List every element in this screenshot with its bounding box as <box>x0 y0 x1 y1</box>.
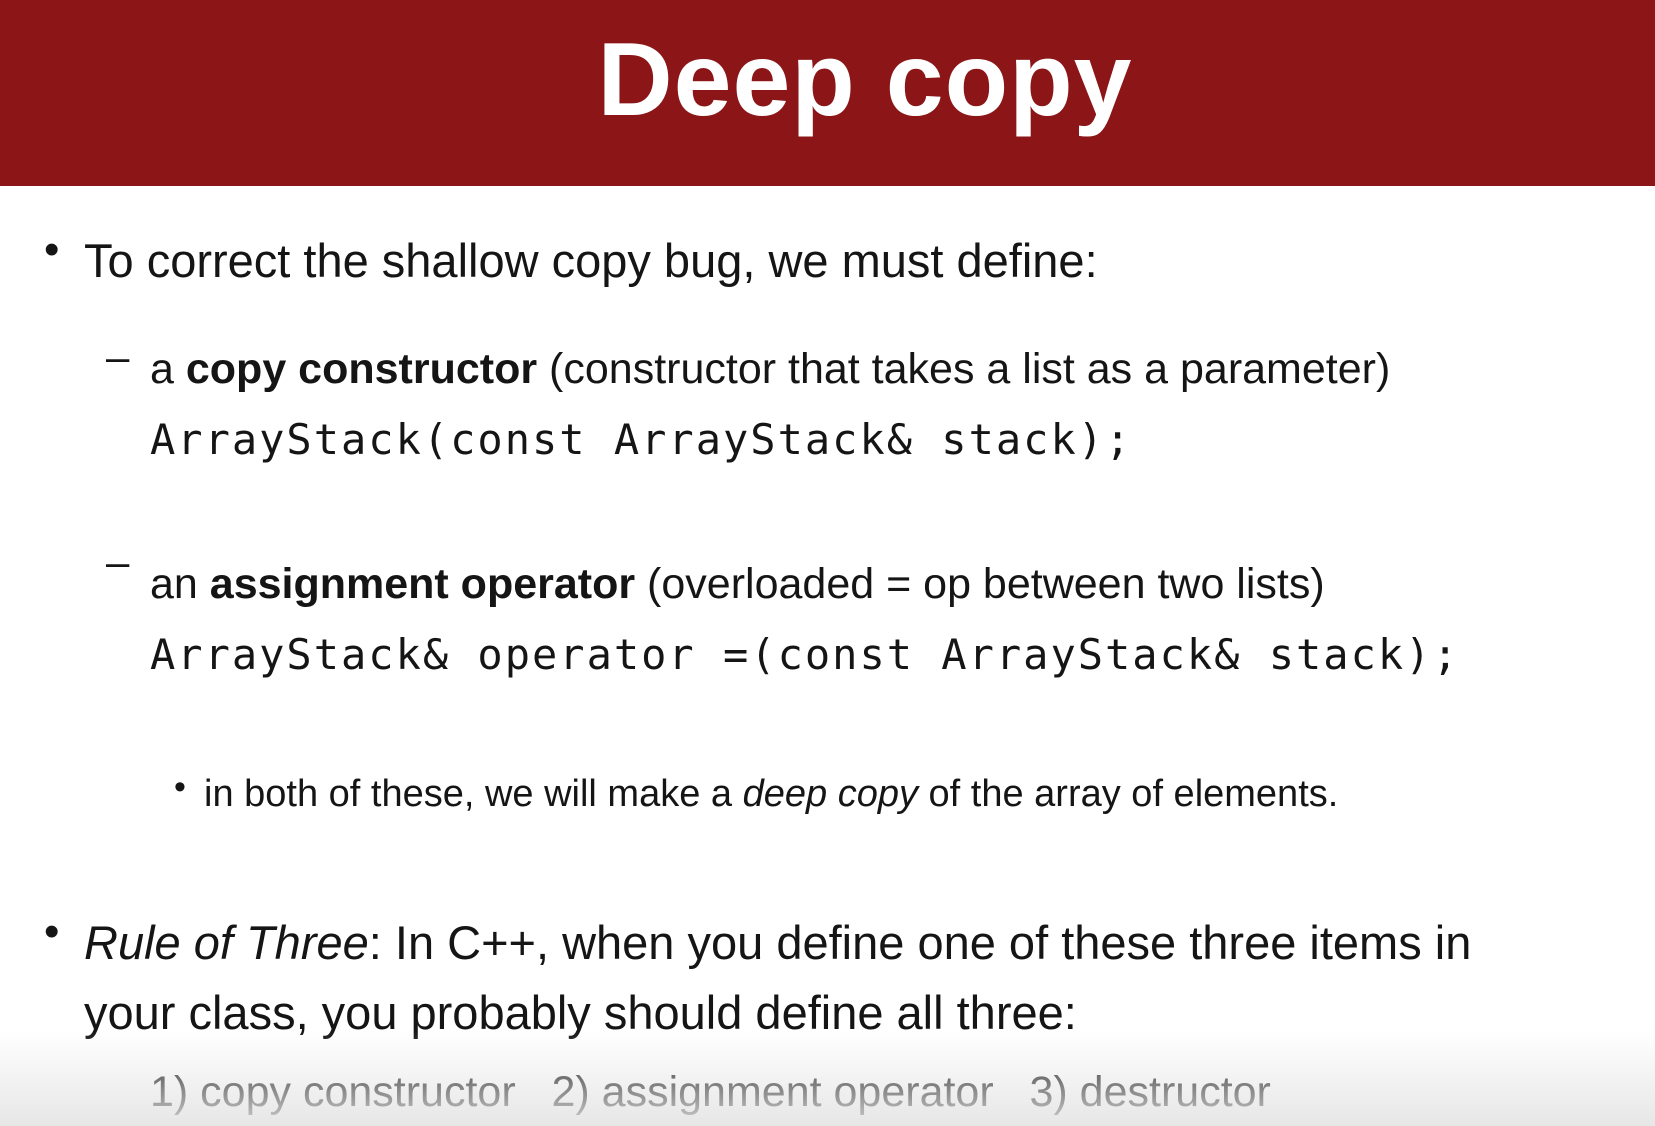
dash-marker: – <box>106 538 130 585</box>
assignment-operator-prefix: an <box>150 560 210 608</box>
note-prefix: in both of these, we will make a <box>204 773 743 815</box>
deep-copy-note: in both of these, we will make a deep co… <box>204 775 1338 813</box>
rule-of-three-line-1: Rule of Three: In C++, when you define o… <box>84 919 1471 966</box>
three-items-list: 1) copy constructor 2) assignment operat… <box>150 1068 1271 1116</box>
rule-of-three-term: Rule of Three <box>84 916 369 969</box>
bullet-1-text: To correct the shallow copy bug, we must… <box>84 234 1098 287</box>
bullet-dot: • <box>44 907 60 956</box>
bullet-dot: • <box>174 768 186 806</box>
title-bar: Deep copy <box>0 0 1655 186</box>
slide: Deep copy • To correct the shallow copy … <box>0 0 1655 1126</box>
copy-constructor-desc: (constructor that takes a list as a para… <box>537 345 1391 393</box>
note-italic: deep copy <box>742 773 918 815</box>
assignment-operator-term: assignment operator <box>209 560 636 608</box>
rule-of-three-line-2: your class, you probably should define a… <box>84 986 1077 1039</box>
slide-title: Deep copy <box>597 22 1133 138</box>
copy-constructor-code: ArrayStack(const ArrayStack& stack); <box>150 415 1133 464</box>
copy-constructor-prefix: a <box>150 345 186 393</box>
note-suffix: of the array of elements. <box>917 773 1339 815</box>
dash-marker: – <box>106 333 130 380</box>
copy-constructor-term: copy constructor <box>185 345 538 393</box>
copy-constructor-line: a copy constructor (constructor that tak… <box>150 348 1390 391</box>
bullet-dot: • <box>44 225 60 274</box>
rule-of-three-text: : In C++, when you define one of these t… <box>368 916 1472 969</box>
assignment-operator-code: ArrayStack& operator =(const ArrayStack&… <box>150 630 1460 679</box>
assignment-operator-desc: (overloaded = op between two lists) <box>635 560 1325 608</box>
assignment-operator-line: an assignment operator (overloaded = op … <box>150 563 1325 606</box>
